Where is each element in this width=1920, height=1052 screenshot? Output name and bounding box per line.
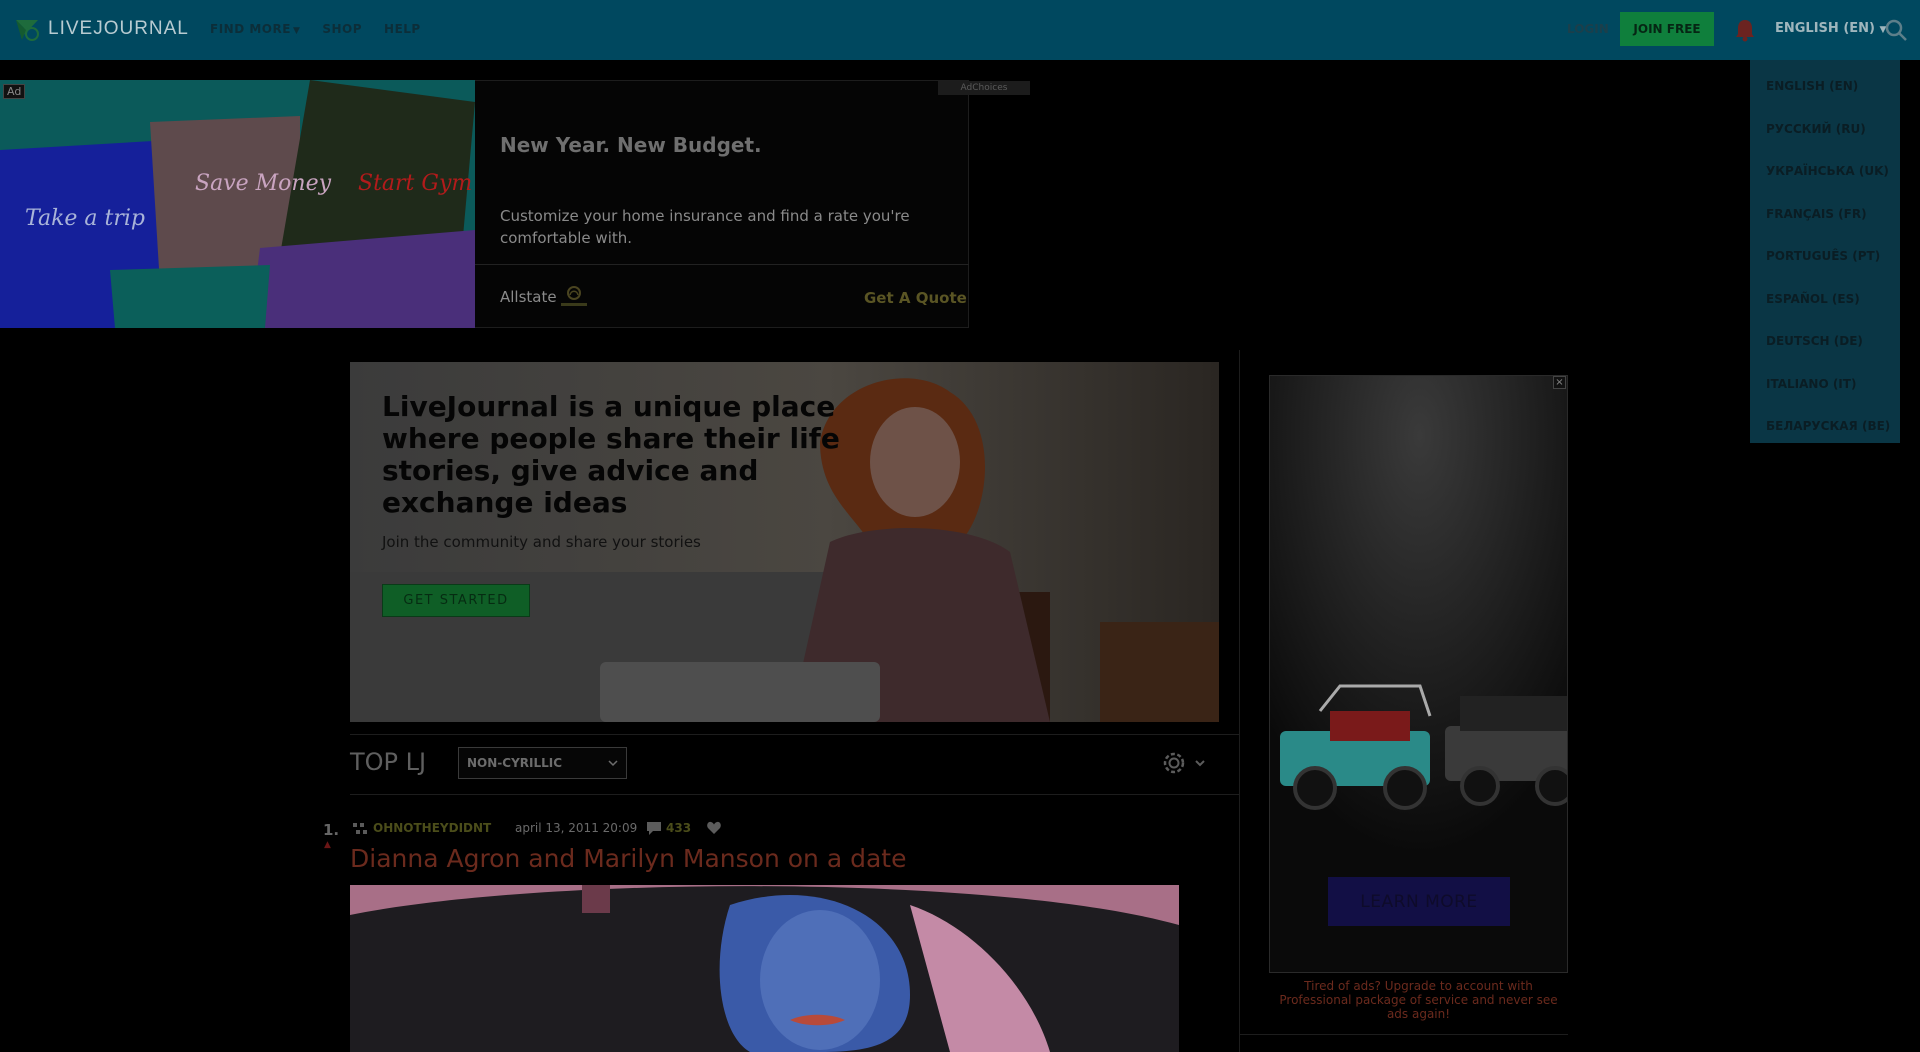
ad-description: Customize your home insurance and find a… xyxy=(500,207,910,247)
comment-icon[interactable] xyxy=(645,820,663,836)
allstate-logo-icon xyxy=(561,286,587,306)
ad-image-sticky-notes[interactable]: Take a trip Save Money Start Gym xyxy=(0,80,475,328)
learn-more-button[interactable]: LEARN MORE xyxy=(1328,877,1510,926)
ad-headline[interactable]: New Year. New Budget. xyxy=(500,133,762,157)
main-nav: FIND MORE ▼ SHOP HELP xyxy=(210,22,421,36)
post-title-link[interactable]: Dianna Agron and Marilyn Manson on a dat… xyxy=(350,844,906,873)
sidebar-divider xyxy=(1240,1034,1568,1035)
post-image[interactable] xyxy=(350,885,1179,1052)
adchoices-text: AdChoices xyxy=(960,83,1008,93)
community-icon xyxy=(353,823,367,834)
close-icon[interactable]: × xyxy=(1553,376,1566,389)
region-filter-value: NON-CYRILLIC xyxy=(467,756,563,770)
livejournal-logo-icon xyxy=(16,20,39,41)
language-option-pt[interactable]: PORTUGUÊS (PT) xyxy=(1766,249,1880,263)
nav-find-more-label: FIND MORE xyxy=(210,22,291,36)
hero-title: LiveJournal is a unique place where peop… xyxy=(382,390,840,519)
nav-help[interactable]: HELP xyxy=(384,22,421,36)
bell-icon[interactable] xyxy=(1734,18,1756,42)
hero-subtitle: Join the community and share your storie… xyxy=(382,533,701,551)
heart-icon[interactable] xyxy=(706,820,722,836)
comment-count[interactable]: 433 xyxy=(666,821,691,835)
search-icon[interactable] xyxy=(1884,18,1908,42)
nav-shop[interactable]: SHOP xyxy=(322,22,362,36)
journal-link[interactable]: OHNOTHEYDIDNT xyxy=(373,821,491,835)
language-option-uk[interactable]: УКРАЇНСЬКА (UK) xyxy=(1766,164,1889,178)
login-link[interactable]: LOGIN xyxy=(1567,22,1609,36)
upgrade-no-ads-link[interactable]: Tired of ads? Upgrade to account with Pr… xyxy=(1269,979,1568,1021)
language-dropdown: ENGLISH (EN) РУССКИЙ (RU) УКРАЇНСЬКА (UK… xyxy=(1750,60,1900,443)
join-free-button[interactable]: JOIN FREE xyxy=(1620,12,1714,46)
note-start-gym: Start Gym xyxy=(358,171,472,196)
rank-up-icon: ▲ xyxy=(324,840,331,850)
column-divider xyxy=(1239,350,1240,1052)
sticky-notes-illustration: Take a trip Save Money Start Gym xyxy=(0,80,475,328)
gear-icon[interactable] xyxy=(1160,749,1188,777)
chevron-down-icon xyxy=(608,760,618,767)
section-divider-top xyxy=(350,734,1239,735)
language-option-es[interactable]: ESPAÑOL (ES) xyxy=(1766,292,1860,306)
language-selector-label: ENGLISH (EN) xyxy=(1775,21,1875,36)
post-photo xyxy=(350,885,1179,1052)
chevron-down-icon[interactable] xyxy=(1194,757,1206,769)
language-option-en[interactable]: ENGLISH (EN) xyxy=(1766,79,1858,93)
nav-find-more[interactable]: FIND MORE ▼ xyxy=(210,22,300,36)
adchoices-label[interactable]: AdChoices xyxy=(938,81,1030,95)
note-save-money: Save Money xyxy=(195,171,332,196)
language-option-it[interactable]: ITALIANO (IT) xyxy=(1766,377,1856,391)
get-a-quote-link[interactable]: Get A Quote xyxy=(864,289,967,307)
language-option-be[interactable]: БЕЛАРУСКАЯ (BE) xyxy=(1766,419,1890,433)
livejournal-logo[interactable]: LIVEJOURNAL xyxy=(12,14,189,44)
top-navigation-bar: LIVEJOURNAL FIND MORE ▼ SHOP HELP LOGIN J… xyxy=(0,0,1920,60)
post-date: april 13, 2011 20:09 xyxy=(515,821,638,835)
language-option-de[interactable]: DEUTSCH (DE) xyxy=(1766,334,1863,348)
top-lj-title: TOP LJ xyxy=(350,748,427,776)
ad-brand-name[interactable]: Allstate xyxy=(500,288,557,306)
chevron-down-icon: ▼ xyxy=(292,26,301,36)
language-selector[interactable]: ENGLISH (EN) ▼ xyxy=(1775,21,1886,36)
note-take-a-trip-1: Take a trip xyxy=(25,206,145,231)
ad-divider xyxy=(475,264,969,265)
logo-text: LIVEJOURNAL xyxy=(48,18,189,39)
get-started-button[interactable]: GET STARTED xyxy=(382,584,530,617)
section-divider-bottom xyxy=(350,794,1239,795)
ad-badge: Ad xyxy=(3,84,26,99)
post-rank: 1. xyxy=(323,821,340,839)
region-filter-select[interactable]: NON-CYRILLIC xyxy=(458,747,627,779)
language-option-fr[interactable]: FRANÇAIS (FR) xyxy=(1766,207,1867,221)
language-option-ru[interactable]: РУССКИЙ (RU) xyxy=(1766,122,1866,136)
